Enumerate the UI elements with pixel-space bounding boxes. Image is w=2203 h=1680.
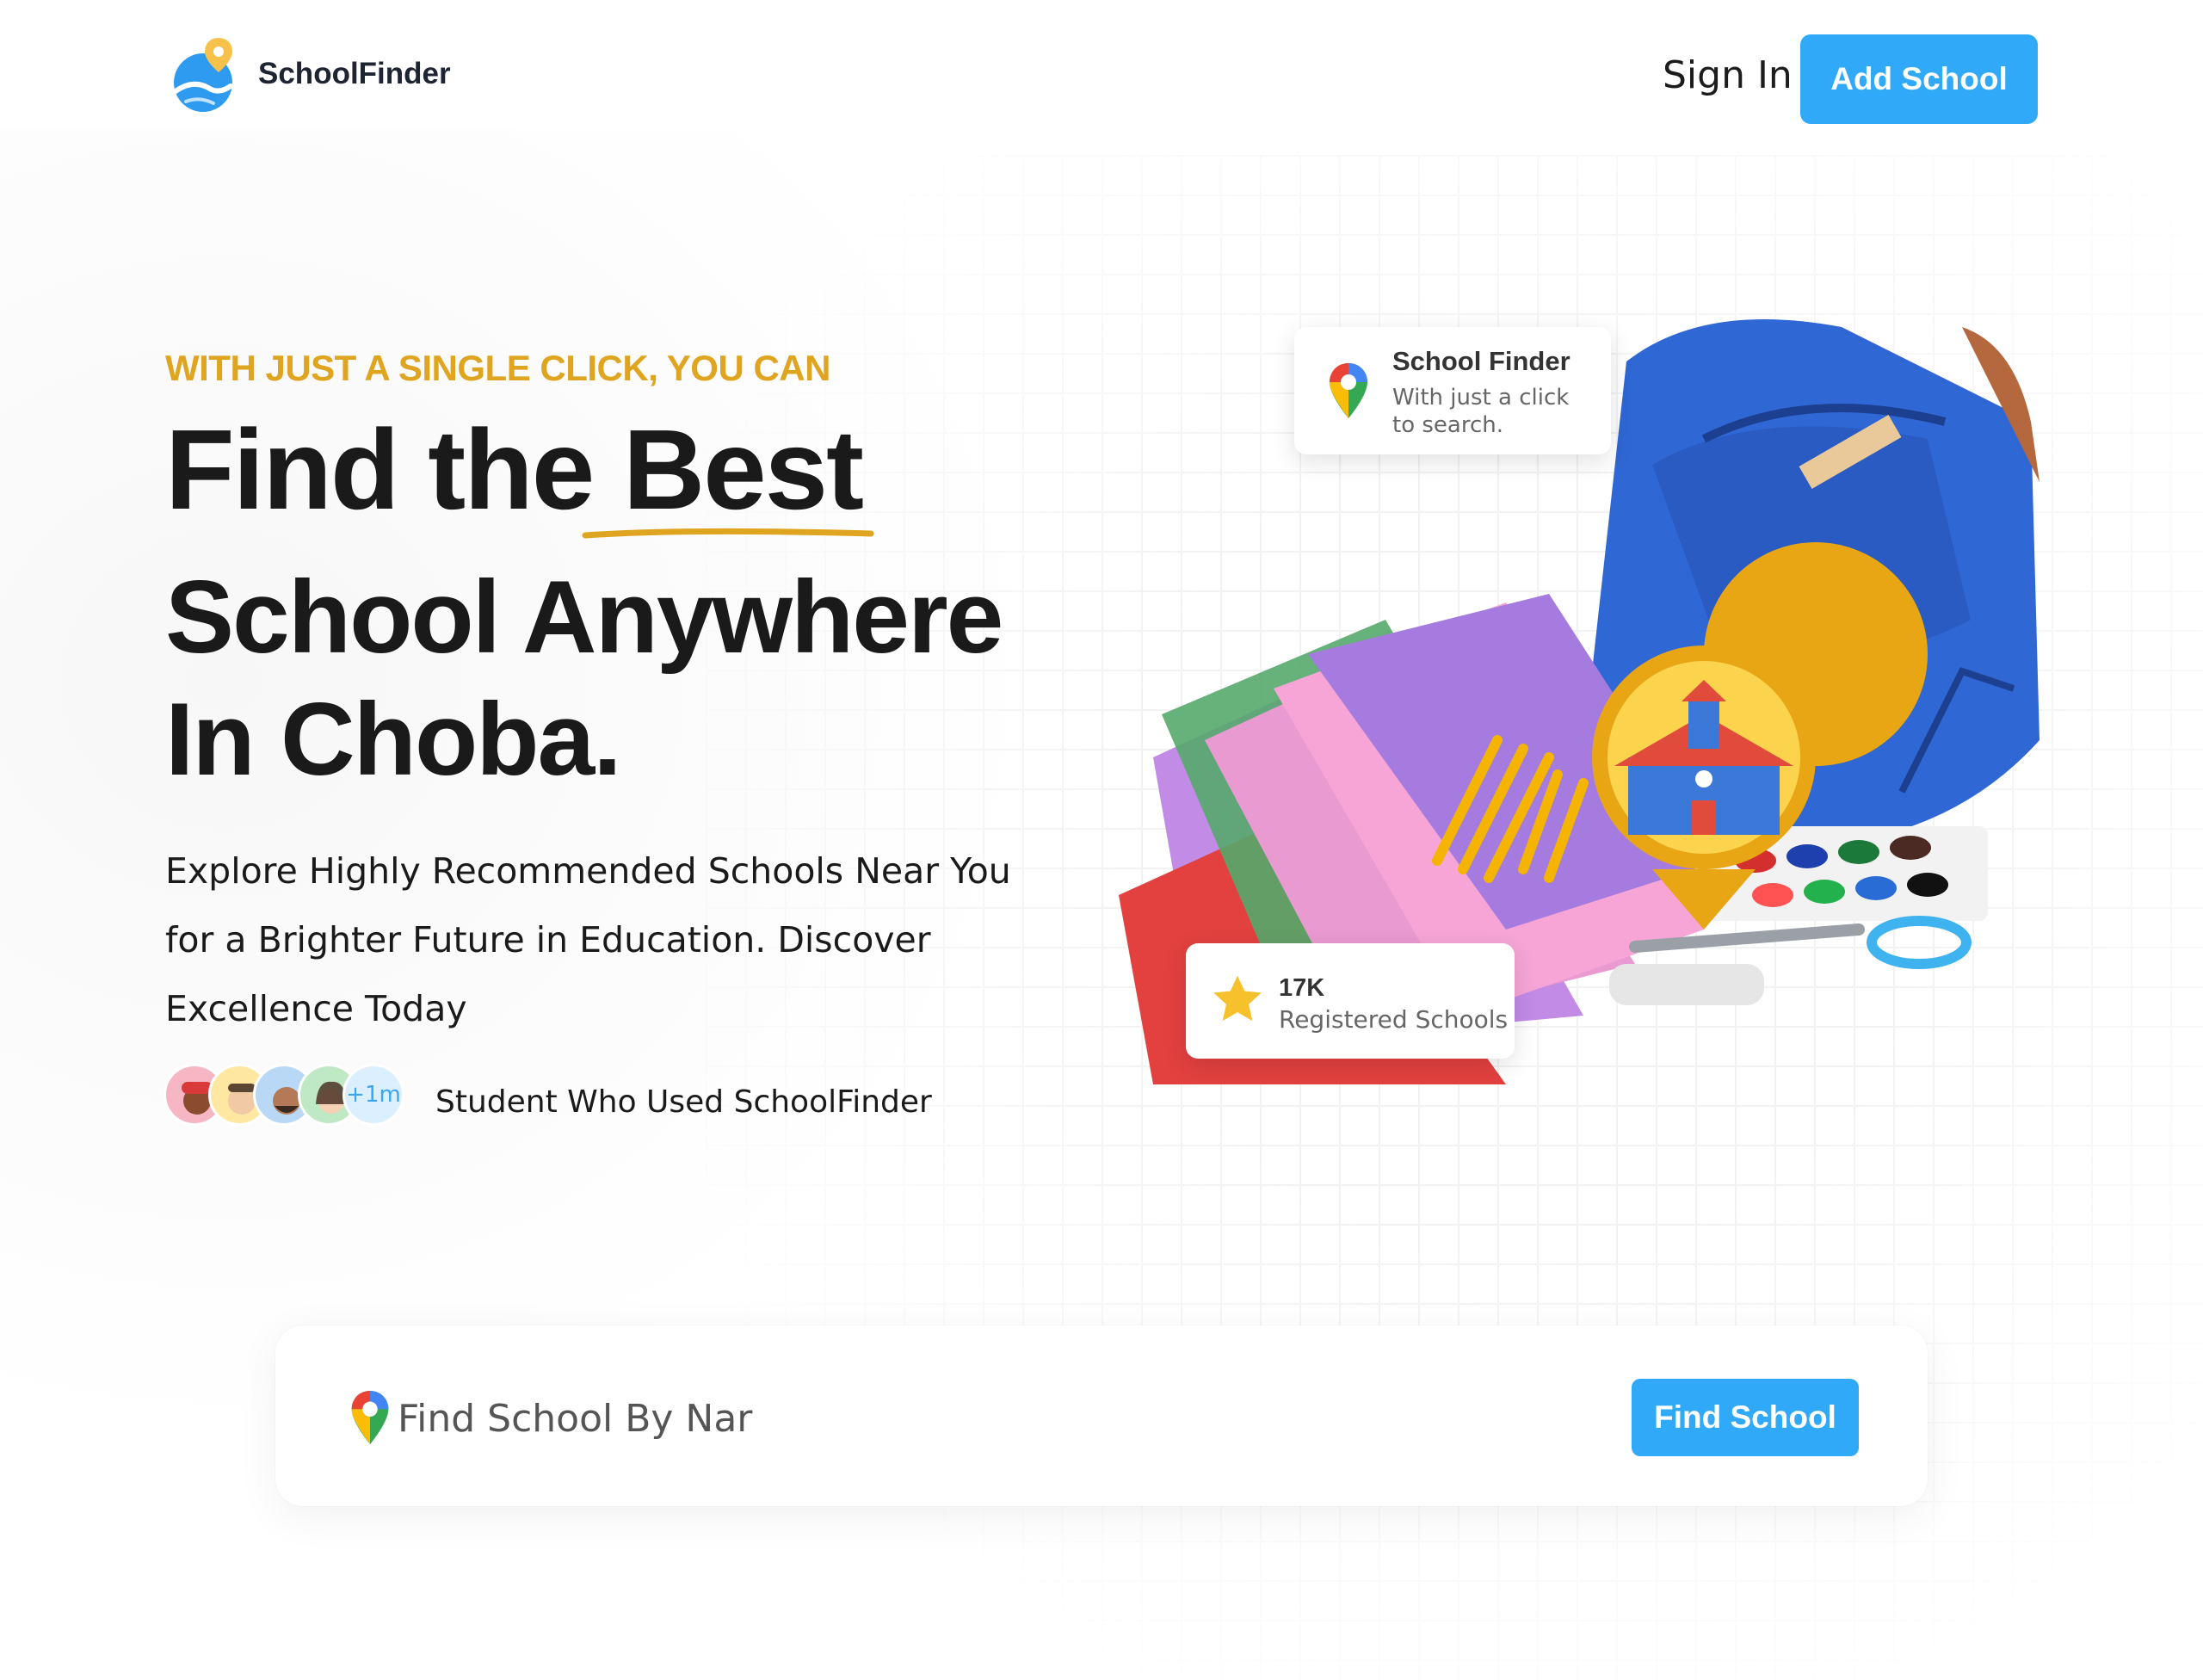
hero-headline-line-2: School Anywhere <box>165 559 1003 675</box>
avatars-more-count: +1m <box>342 1064 404 1126</box>
map-pin-icon <box>1327 361 1370 420</box>
search-input[interactable] <box>398 1387 1602 1449</box>
hero-description: Explore Highly Recommended Schools Near … <box>165 850 1011 1029</box>
finder-card-title: School Finder <box>1392 346 1570 376</box>
students-label: Student Who Used SchoolFinder <box>435 1084 932 1120</box>
star-icon <box>1208 971 1267 1029</box>
hero-headline-line-1: Find the Best <box>165 406 864 533</box>
hero-headline-line-3: In Choba. <box>165 682 622 797</box>
registered-count: 17K <box>1279 974 1325 1002</box>
brand-name: SchoolFinder <box>258 57 451 90</box>
sign-in-link[interactable]: Sign In <box>1663 53 1793 97</box>
map-pin-icon <box>348 1389 392 1446</box>
hero-eyebrow: WITH JUST A SINGLE CLICK, YOU CAN <box>165 348 830 388</box>
registered-schools-card: 17K Registered Schools <box>1186 943 1515 1059</box>
finder-card-subtitle: With just a click to search. <box>1392 385 1570 438</box>
registered-label: Registered Schools <box>1279 1005 1509 1034</box>
add-school-button[interactable]: Add School <box>1800 34 2038 124</box>
school-finder-card: School Finder With just a click to searc… <box>1294 327 1611 454</box>
brand-logo[interactable]: SchoolFinder <box>169 34 451 114</box>
map-pin-globe-icon <box>169 34 243 114</box>
find-school-button[interactable]: Find School <box>1632 1379 1859 1456</box>
student-avatars: +1m <box>164 1064 413 1127</box>
headline-underline-decoration <box>582 528 874 539</box>
